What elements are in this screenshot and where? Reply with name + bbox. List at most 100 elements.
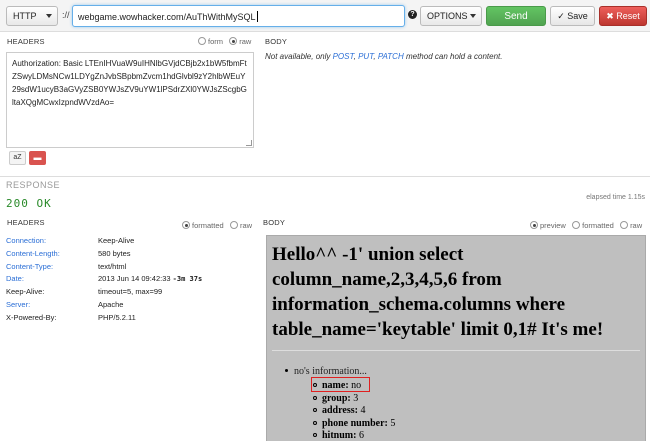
response-header-row: Connection: Keep-Alive bbox=[6, 236, 134, 248]
preview-field: phone number: 5 bbox=[313, 418, 395, 429]
preview-field: hitnum: 6 bbox=[313, 430, 364, 441]
chevron-down-icon bbox=[46, 14, 52, 18]
status-code: 200 OK bbox=[6, 197, 52, 210]
trash-icon: ✖ bbox=[606, 11, 614, 21]
raw-radio-label: raw bbox=[239, 221, 253, 230]
preview-list-title: no's information... bbox=[285, 366, 367, 377]
list-title-text: no's information... bbox=[294, 366, 367, 377]
header-value-wrap: 2013 Jun 14 09:42:33 -3m 37s bbox=[98, 274, 202, 283]
request-headers-textarea[interactable]: Authorization: Basic LTEnIHVuaW9uIHNlbGV… bbox=[6, 52, 254, 148]
preview-radio[interactable] bbox=[530, 221, 538, 229]
response-body-mode: preview formatted raw bbox=[530, 221, 642, 230]
protocol-select[interactable]: HTTP bbox=[6, 6, 58, 26]
patch-method: PATCH bbox=[377, 52, 404, 61]
url-input[interactable]: webgame.wowhacker.com/AuThWithMySQL bbox=[72, 5, 405, 27]
text-cursor bbox=[256, 11, 258, 22]
response-headers-label: HEADERS bbox=[7, 218, 45, 227]
preview-heading: Hello^^ -1' union select column_name,2,3… bbox=[272, 244, 604, 340]
formatted-radio[interactable] bbox=[182, 221, 190, 229]
method-value: OPTIONS bbox=[427, 11, 468, 21]
header-value: timeout=5, max=99 bbox=[98, 287, 163, 296]
elapsed-time: elapsed time 1.15s bbox=[586, 194, 645, 201]
request-bar: HTTP :// webgame.wowhacker.com/AuThWithM… bbox=[0, 0, 650, 32]
header-value: 580 bytes bbox=[98, 249, 131, 258]
header-value: Apache bbox=[98, 300, 124, 309]
note-prefix: Not available, only bbox=[265, 52, 333, 61]
preview-field: address: 4 bbox=[313, 405, 365, 416]
form-radio[interactable] bbox=[198, 37, 206, 45]
reset-label: Reset bbox=[616, 11, 640, 21]
save-label: Save bbox=[567, 11, 588, 21]
header-value: text/html bbox=[98, 262, 127, 271]
field-value: 6 bbox=[358, 430, 364, 441]
field-label: group: bbox=[322, 393, 351, 404]
response-header-row: Server: Apache bbox=[6, 300, 123, 312]
response-preview[interactable]: Hello^^ -1' union select column_name,2,3… bbox=[266, 235, 646, 441]
response-header-row: Date: 2013 Jun 14 09:42:33 -3m 37s bbox=[6, 274, 202, 286]
header-mode-toggle: form raw bbox=[198, 37, 251, 46]
preview-field: group: 3 bbox=[313, 393, 358, 404]
header-key-link[interactable]: Date: bbox=[6, 274, 98, 283]
bullet-icon bbox=[285, 369, 288, 372]
field-label: address: bbox=[322, 405, 358, 416]
method-select[interactable]: OPTIONS bbox=[420, 6, 482, 26]
send-button[interactable]: Send bbox=[486, 6, 546, 26]
response-header-row: Content-Type: text/html bbox=[6, 262, 126, 274]
header-key-link[interactable]: Content-Type: bbox=[6, 262, 98, 271]
raw-radio-label: raw bbox=[630, 221, 643, 230]
circle-bullet-icon bbox=[313, 433, 317, 437]
date-offset: -3m 37s bbox=[172, 275, 203, 283]
field-label: hitnum: bbox=[322, 430, 357, 441]
form-radio-label: form bbox=[208, 37, 223, 46]
sort-headers-button[interactable]: aZ bbox=[9, 151, 26, 165]
raw-radio[interactable] bbox=[229, 221, 238, 229]
preview-radio-label: preview bbox=[540, 221, 566, 230]
request-body-label: BODY bbox=[265, 37, 288, 46]
formatted-radio[interactable] bbox=[572, 221, 581, 229]
raw-radio[interactable] bbox=[229, 37, 238, 45]
header-key: Keep-Alive: bbox=[6, 287, 45, 296]
header-value: Keep-Alive bbox=[98, 236, 135, 245]
formatted-radio-label: formatted bbox=[192, 221, 224, 230]
request-headers-text: Authorization: Basic LTEnIHVuaW9uIHNlbGV… bbox=[12, 59, 247, 107]
circle-bullet-icon bbox=[313, 421, 317, 425]
trash-icon: ▬ bbox=[33, 153, 42, 162]
reset-button[interactable]: ✖ Reset bbox=[599, 6, 647, 26]
help-icon[interactable]: ? bbox=[408, 10, 417, 19]
response-label: RESPONSE bbox=[6, 180, 61, 190]
clear-headers-button[interactable]: ▬ bbox=[29, 151, 46, 165]
raw-radio-label: raw bbox=[239, 37, 252, 46]
save-button[interactable]: ✓ Save bbox=[550, 6, 595, 26]
header-key-link[interactable]: Server: bbox=[6, 300, 98, 309]
field-value: 5 bbox=[390, 418, 396, 429]
put-method: PUT bbox=[358, 52, 374, 61]
response-header-mode: formatted raw bbox=[182, 221, 252, 230]
response-header-row: Keep-Alive: timeout=5, max=99 bbox=[6, 287, 162, 299]
header-value: 2013 Jun 14 09:42:33 bbox=[98, 274, 171, 283]
protocol-value: HTTP bbox=[13, 11, 37, 21]
raw-radio[interactable] bbox=[620, 221, 629, 229]
response-header-row: X-Powered-By: PHP/5.2.11 bbox=[6, 313, 136, 325]
response-header-row: Content-Length: 580 bytes bbox=[6, 249, 131, 261]
preview-rule bbox=[272, 350, 640, 351]
circle-bullet-icon bbox=[313, 408, 317, 412]
field-value: 4 bbox=[360, 405, 366, 416]
chevron-down-icon bbox=[470, 14, 476, 18]
header-value: PHP/5.2.11 bbox=[98, 313, 136, 322]
url-value: webgame.wowhacker.com/AuThWithMySQL bbox=[78, 12, 256, 22]
post-method: POST bbox=[332, 52, 354, 61]
save-icon: ✓ bbox=[557, 11, 565, 21]
response-body-label: BODY bbox=[263, 218, 286, 227]
resize-handle-icon[interactable] bbox=[246, 140, 252, 146]
header-key: X-Powered-By: bbox=[6, 313, 57, 322]
header-key-link[interactable]: Connection: bbox=[6, 236, 98, 245]
circle-bullet-icon bbox=[313, 396, 317, 400]
field-value: 3 bbox=[353, 393, 359, 404]
note-suffix: method can hold a content. bbox=[403, 52, 503, 61]
header-key-link[interactable]: Content-Length: bbox=[6, 249, 98, 258]
response-divider bbox=[0, 176, 650, 177]
request-headers-label: HEADERS bbox=[7, 37, 45, 46]
formatted-radio-label: formatted bbox=[582, 221, 614, 230]
highlight-box bbox=[311, 377, 370, 392]
field-label: phone number: bbox=[322, 418, 388, 429]
